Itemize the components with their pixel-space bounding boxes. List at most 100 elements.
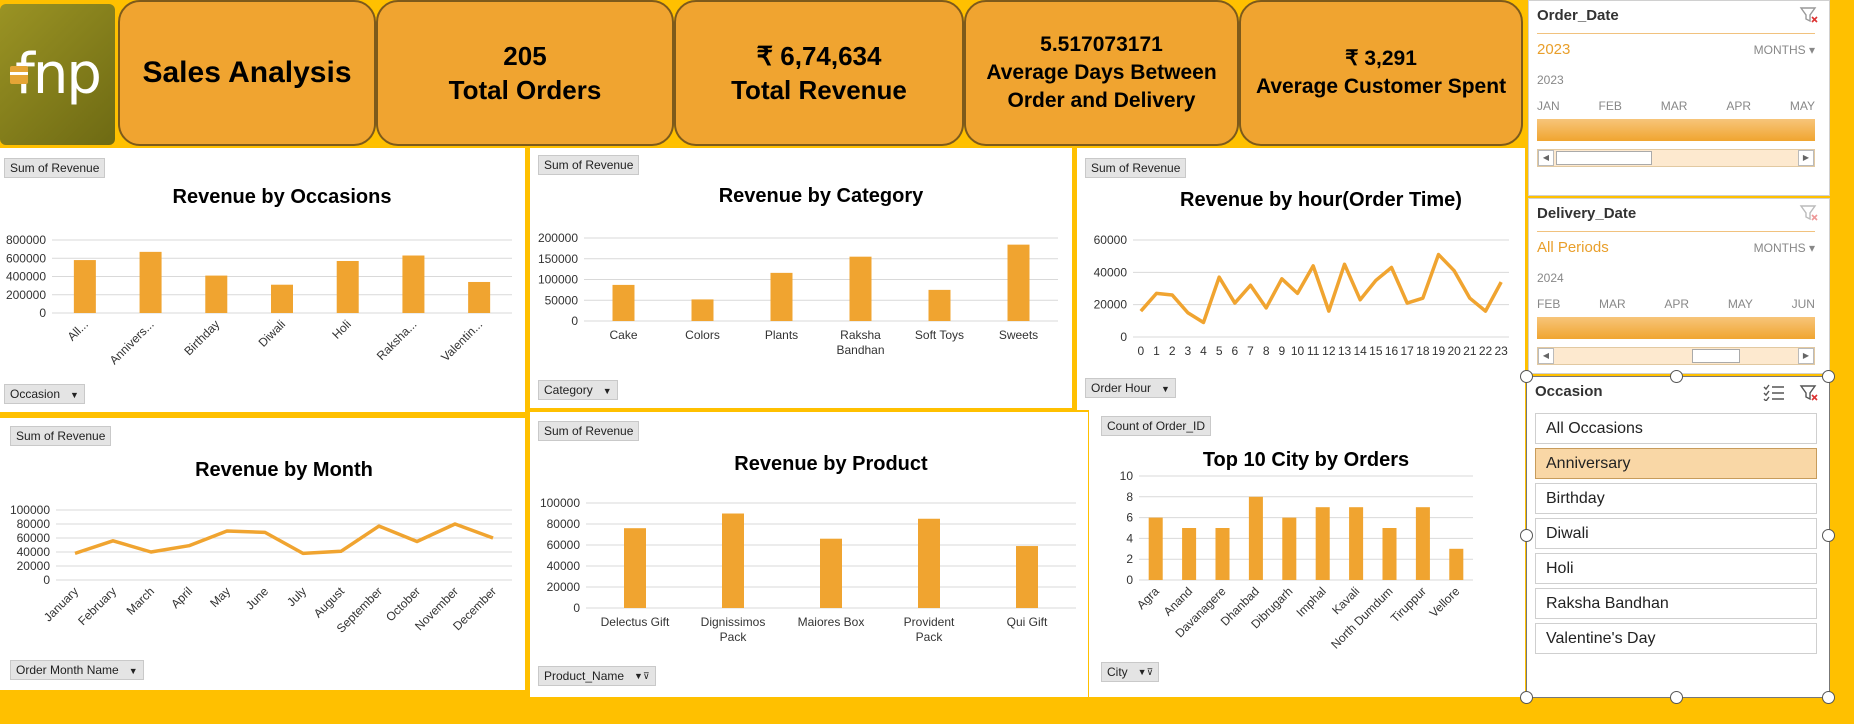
x-tick-label: 21 — [1463, 344, 1477, 358]
scroll-thumb[interactable] — [1556, 151, 1652, 165]
x-tick-label: Birthday — [181, 317, 222, 358]
chart-revenue-by-month: Revenue by Month 020000400006000080000100… — [10, 459, 512, 636]
timeline-selection-bar[interactable] — [1537, 317, 1815, 339]
resize-handle[interactable] — [1670, 691, 1683, 704]
y-tick-label: 4 — [1126, 531, 1133, 545]
axis-button[interactable]: Order Hour ▼ — [1085, 378, 1176, 398]
slicer-item[interactable]: Valentine's Day — [1535, 623, 1817, 654]
bar — [770, 272, 793, 321]
time-level-dropdown[interactable]: MONTHS ▾ — [1754, 241, 1815, 255]
timeline-month[interactable]: JUN — [1792, 297, 1815, 311]
timeline-month[interactable]: MAY — [1790, 99, 1815, 113]
chevron-down-icon: ▾ — [1808, 241, 1815, 255]
scroll-right-icon[interactable]: ▶ — [1798, 348, 1814, 364]
timeline-month[interactable]: MAR — [1599, 297, 1626, 311]
axis-button[interactable]: Occasion ▼ — [4, 384, 85, 404]
x-tick-label: Provident Pack — [904, 615, 955, 644]
fnp-logo: fnp — [0, 4, 115, 145]
divider — [1537, 231, 1815, 232]
resize-handle[interactable] — [1822, 691, 1835, 704]
slicer-delivery-date: Delivery_Date All Periods MONTHS ▾ 2024 … — [1528, 198, 1830, 374]
x-tick-label: Cake — [609, 328, 637, 342]
timeline-month[interactable]: MAR — [1661, 99, 1688, 113]
x-tick-label: February — [75, 584, 119, 628]
y-tick-label: 150000 — [538, 252, 578, 266]
panel-revenue-by-month: Sum of Revenue Revenue by Month 0 20000 400… — [0, 418, 525, 690]
scroll-thumb[interactable] — [1692, 349, 1740, 363]
chart-revenue-by-hour: Revenue by hour(Order Time)0200004000060… — [1094, 189, 1509, 358]
axis-button[interactable]: Order Month Name ▼ — [10, 660, 144, 680]
kpi-label: Total Revenue — [731, 75, 907, 105]
bar — [336, 260, 359, 313]
axis-button-label: City — [1107, 665, 1128, 679]
x-tick-label: 14 — [1353, 344, 1367, 358]
scroll-left-icon[interactable]: ◀ — [1538, 150, 1554, 166]
y-tick-label: 6 — [1126, 511, 1133, 525]
y-tick-label: 600000 — [6, 251, 46, 265]
y-tick-label: 8 — [1126, 490, 1133, 504]
x-tick-label: 18 — [1416, 344, 1430, 358]
filter-dropdown-icon: ▼⊽ — [634, 671, 650, 682]
x-tick-label: Sweets — [999, 328, 1038, 342]
chart-top-10-city-by-orders: Top 10 City by Orders0246810AgraAnandDav… — [1120, 449, 1473, 652]
slicer-item[interactable]: All Occasions — [1535, 413, 1817, 444]
timeline-scrollbar[interactable]: ◀ ▶ — [1537, 149, 1815, 167]
bar — [468, 281, 491, 313]
resize-handle[interactable] — [1520, 691, 1533, 704]
slicer-item[interactable]: Birthday — [1535, 483, 1817, 514]
x-tick-label: 5 — [1216, 344, 1223, 358]
timeline-month[interactable]: APR — [1726, 99, 1751, 113]
x-tick-label: 11 — [1307, 344, 1320, 358]
slicer-title: Delivery_Date — [1537, 205, 1637, 222]
x-tick-label: 19 — [1432, 344, 1446, 358]
scroll-right-icon[interactable]: ▶ — [1798, 150, 1814, 166]
resize-handle[interactable] — [1822, 370, 1835, 383]
x-tick-label: Diwali — [256, 317, 289, 350]
resize-handle[interactable] — [1520, 529, 1533, 542]
axis-button[interactable]: Product_Name ▼⊽ — [538, 666, 656, 686]
y-tick-label: 800000 — [6, 233, 46, 247]
x-tick-label: 12 — [1322, 344, 1336, 358]
time-level-label: MONTHS — [1753, 43, 1806, 57]
time-level-dropdown[interactable]: MONTHS ▾ — [1754, 43, 1815, 57]
timeline-scrollbar[interactable]: ◀ ▶ — [1537, 347, 1815, 365]
slicer-item[interactable]: Anniversary — [1535, 448, 1817, 479]
chevron-down-icon: ▼ — [70, 389, 79, 400]
filter-dropdown-icon: ▼⊽ — [1137, 667, 1154, 678]
slicer-item[interactable]: Holi — [1535, 553, 1817, 584]
clear-filter-icon[interactable] — [1799, 203, 1819, 223]
x-tick-label: 13 — [1338, 344, 1352, 358]
timeline-month[interactable]: MAY — [1728, 297, 1753, 311]
x-tick-label: 15 — [1369, 344, 1383, 358]
clear-filter-icon[interactable] — [1799, 5, 1819, 25]
slicer-item[interactable]: Diwali — [1535, 518, 1817, 549]
bar — [1148, 517, 1163, 580]
multi-select-icon[interactable] — [1763, 383, 1785, 401]
bar — [1315, 507, 1330, 580]
timeline-selection-bar[interactable] — [1537, 119, 1815, 141]
bar — [73, 260, 96, 313]
resize-handle[interactable] — [1822, 529, 1835, 542]
timeline-month[interactable]: APR — [1664, 297, 1689, 311]
y-tick-label: 50000 — [545, 293, 579, 307]
x-tick-label: Valentin... — [438, 317, 485, 364]
slicer-item[interactable]: Raksha Bandhan — [1535, 588, 1817, 619]
resize-handle[interactable] — [1670, 370, 1683, 383]
x-tick-label: July — [284, 584, 309, 609]
timeline-month[interactable]: FEB — [1599, 99, 1622, 113]
x-tick-label: 6 — [1231, 344, 1238, 358]
y-tick-label: 200000 — [538, 231, 578, 245]
scroll-left-icon[interactable]: ◀ — [1538, 348, 1554, 364]
x-tick-label: 7 — [1247, 344, 1254, 358]
panel-revenue-by-occasions: Sum of Revenue Revenue by Occasions 0 2000… — [0, 148, 525, 412]
axis-button[interactable]: Category ▼ — [538, 380, 618, 400]
axis-button[interactable]: City ▼⊽ — [1101, 662, 1160, 682]
resize-handle[interactable] — [1520, 370, 1533, 383]
y-tick-label: 60000 — [547, 538, 581, 552]
slicer-occasion: Occasion All Occasions Anniversary Birthda… — [1526, 376, 1830, 698]
clear-filter-icon[interactable] — [1799, 383, 1819, 403]
timeline-month[interactable]: FEB — [1537, 297, 1560, 311]
x-tick-label: Qui Gift — [1007, 615, 1048, 629]
timeline-month[interactable]: JAN — [1537, 99, 1560, 113]
chart-revenue-by-occasions: Revenue by Occasions 0 200000 400000 600000 8… — [6, 186, 512, 367]
